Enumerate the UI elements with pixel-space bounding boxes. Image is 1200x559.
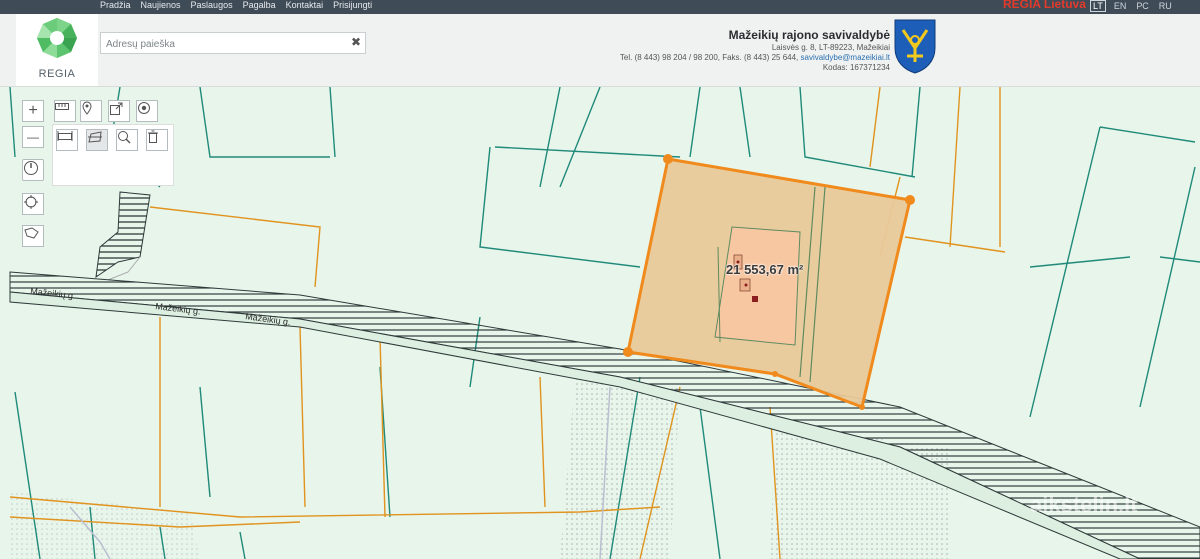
lang-en[interactable]: EN <box>1112 1 1129 11</box>
municipality-code: Kodas: 167371234 <box>822 63 890 72</box>
pin-icon <box>82 101 92 115</box>
building-3 <box>752 296 758 302</box>
measure-distance-button[interactable] <box>56 129 78 151</box>
top-navigation-bar: Pradžia Naujienos Paslaugos Pagalba Kont… <box>0 0 1200 14</box>
locate-button[interactable] <box>22 193 44 215</box>
measure-distance-icon <box>57 131 73 141</box>
coat-of-arms-icon <box>894 19 936 74</box>
delete-button[interactable] <box>146 129 168 151</box>
logo-text: REGIA <box>38 68 76 80</box>
menu-item-login[interactable]: Prisijungti <box>333 0 372 14</box>
menu-item-home[interactable]: Pradžia <box>100 0 131 14</box>
menu-item-services[interactable]: Paslaugos <box>191 0 233 14</box>
header: REGIA ✖ Mažeikių rajono savivaldybė Lais… <box>0 14 1200 87</box>
regia-logo-icon <box>37 18 77 58</box>
language-switcher: LT EN РС RU <box>1090 0 1174 12</box>
identify-button[interactable] <box>116 129 138 151</box>
target-icon <box>138 102 150 114</box>
polygon-select-button[interactable] <box>22 225 44 247</box>
marker-tool-button[interactable] <box>80 100 102 122</box>
menu-item-help[interactable]: Pagalba <box>243 0 276 14</box>
zoom-out-label: — <box>27 130 39 144</box>
dotted-field-center <box>560 377 680 559</box>
cadastral-map[interactable]: Mažeikių g. Mažeikių g. Mažeikių g. <box>0 87 1200 559</box>
main-menu: Pradžia Naujienos Paslaugos Pagalba Kont… <box>100 0 372 14</box>
phones-text: Tel. (8 443) 98 204 / 98 200, Faks. (8 4… <box>619 53 799 62</box>
watermark: aikstelin.lt <box>1030 492 1138 517</box>
lang-lt[interactable]: LT <box>1090 0 1106 12</box>
compass-icon <box>24 161 38 175</box>
ruler-icon <box>55 103 69 110</box>
compass-button[interactable] <box>22 159 44 181</box>
regia-lietuva-link[interactable]: REGIA Lietuva <box>1003 0 1086 11</box>
locate-icon <box>24 195 38 209</box>
measure-tool-button[interactable] <box>54 100 76 122</box>
measure-area-button[interactable] <box>86 129 108 151</box>
zoom-out-button[interactable]: — <box>22 126 44 148</box>
target-tool-button[interactable] <box>136 100 158 122</box>
municipality-address: Laisvės g. 8, LT-89223, Mažeikiai <box>771 43 890 52</box>
municipality-info: Mažeikių rajono savivaldybė Laisvės g. 8… <box>560 27 890 73</box>
menu-item-news[interactable]: Naujienos <box>141 0 181 14</box>
export-button[interactable] <box>108 100 130 122</box>
lang-pc[interactable]: РС <box>1134 1 1150 11</box>
municipality-email-link[interactable]: savivaldybe@mazeikiai.lt <box>801 53 891 62</box>
regia-logo[interactable]: REGIA <box>16 14 98 86</box>
zoom-in-label: + <box>28 102 38 119</box>
clear-search-icon[interactable]: ✖ <box>351 35 361 49</box>
municipality-phones: Tel. (8 443) 98 204 / 98 200, Faks. (8 4… <box>560 53 890 63</box>
side-road <box>95 191 151 279</box>
menu-item-contacts[interactable]: Kontaktai <box>286 0 324 14</box>
municipality-name: Mažeikių rajono savivaldybė <box>728 28 890 42</box>
polygon-select-icon <box>24 227 39 239</box>
address-search-input[interactable] <box>104 35 348 53</box>
lang-ru[interactable]: RU <box>1157 1 1174 11</box>
map-canvas[interactable]: Mažeikių g. Mažeikių g. Mažeikių g. 21 5… <box>0 87 1200 559</box>
measure-area-icon <box>88 131 102 143</box>
export-icon <box>110 102 123 115</box>
delete-icon <box>148 130 158 143</box>
identify-icon <box>118 131 131 144</box>
zoom-in-button[interactable]: + <box>22 100 44 122</box>
area-measurement-label: 21 553,67 m² <box>726 262 804 277</box>
address-search: ✖ <box>100 32 366 54</box>
